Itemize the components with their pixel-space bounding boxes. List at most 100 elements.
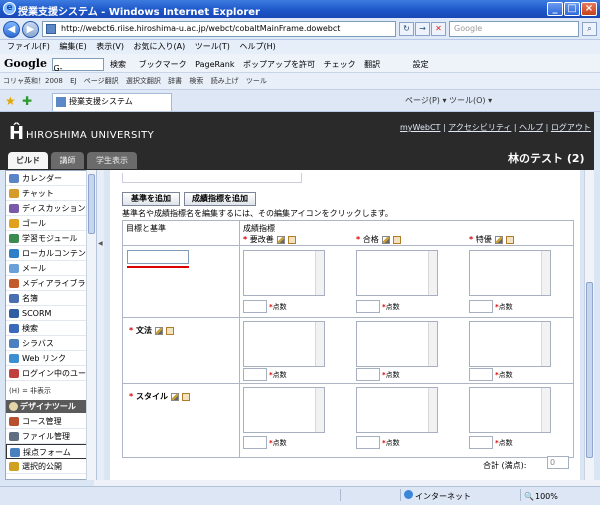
sidebar-item-file-manager[interactable]: ファイル管理 <box>6 429 94 444</box>
accessibility-link[interactable]: アクセシビリティ <box>448 123 511 132</box>
textarea-scrollbar[interactable] <box>315 322 324 366</box>
search-icon[interactable]: ⌕ <box>582 22 597 36</box>
level-description-textarea[interactable] <box>469 321 551 367</box>
toolbar-item[interactable]: 選択文翻訳 <box>126 77 161 85</box>
level-description-textarea[interactable] <box>469 250 551 296</box>
menu-view[interactable]: 表示(V) <box>96 42 124 51</box>
browser-tab[interactable]: 授業支援システム <box>52 93 172 111</box>
add-criterion-button[interactable]: 基準を追加 <box>122 192 180 206</box>
sidebar-item-search[interactable]: 検索 <box>6 321 94 336</box>
bookmark-button[interactable]: ブックマーク <box>139 60 187 69</box>
points-input[interactable] <box>469 436 493 449</box>
collapse-arrow-icon[interactable]: ◀ <box>98 240 103 247</box>
url-field[interactable]: http://webct6.riise.hiroshima-u.ac.jp/we… <box>42 21 396 37</box>
designer-tools-header[interactable]: デザイナツール <box>6 400 94 413</box>
sidebar-scroll-thumb[interactable] <box>88 174 95 234</box>
level-description-textarea[interactable] <box>243 321 325 367</box>
edit-pencil-icon[interactable] <box>276 235 285 244</box>
points-input[interactable] <box>356 436 380 449</box>
textarea-scrollbar[interactable] <box>541 322 550 366</box>
delete-icon[interactable] <box>505 235 514 244</box>
help-link[interactable]: ヘルプ <box>519 123 543 132</box>
add-level-button[interactable]: 成績指標を追加 <box>184 192 256 206</box>
sidebar-item-local-content[interactable]: ローカルコンテンツ <box>6 246 94 261</box>
tab-build[interactable]: ビルド <box>8 152 48 169</box>
check-button[interactable]: チェック <box>324 60 356 69</box>
maximize-button[interactable]: □ <box>564 2 580 16</box>
textarea-scrollbar[interactable] <box>428 388 437 432</box>
edit-pencil-icon[interactable] <box>170 392 179 401</box>
sidebar-item-roster[interactable]: 名簿 <box>6 291 94 306</box>
sidebar-item-syllabus[interactable]: シラバス <box>6 336 94 351</box>
toolbar-item[interactable]: ページ翻訳 <box>84 77 119 85</box>
level-description-textarea[interactable] <box>356 387 438 433</box>
sidebar-item-discussion[interactable]: ディスカッション <box>6 201 94 216</box>
points-input[interactable] <box>243 436 267 449</box>
mywebct-link[interactable]: myWebCT <box>400 123 440 132</box>
points-input[interactable] <box>243 368 267 381</box>
menu-edit[interactable]: 編集(E) <box>59 42 86 51</box>
points-input[interactable] <box>356 368 380 381</box>
delete-icon[interactable] <box>165 326 174 335</box>
main-scrollbar[interactable] <box>584 170 594 480</box>
popup-allow-button[interactable]: ポップアップを許可 <box>243 60 315 69</box>
menu-help[interactable]: ヘルプ(H) <box>239 42 275 51</box>
points-input[interactable] <box>243 300 267 313</box>
points-input[interactable] <box>469 368 493 381</box>
search-input[interactable]: Google <box>449 21 579 37</box>
edit-pencil-icon[interactable] <box>494 235 503 244</box>
sidebar-item-grading-forms[interactable]: 採点フォーム <box>6 444 94 459</box>
textarea-scrollbar[interactable] <box>541 251 550 295</box>
level-description-textarea[interactable] <box>356 321 438 367</box>
toolbar-item[interactable]: 辞書 <box>168 77 182 85</box>
sidebar-item-web-links[interactable]: Web リンク <box>6 351 94 366</box>
toolbar-item[interactable]: 読み上げ <box>211 77 239 85</box>
google-search-box[interactable]: G- <box>52 58 105 72</box>
sidebar-item-calendar[interactable]: カレンダー <box>6 171 94 186</box>
textarea-scrollbar[interactable] <box>428 251 437 295</box>
translate-button[interactable]: 翻訳 <box>364 60 380 69</box>
stop-button[interactable]: ✕ <box>431 22 446 36</box>
sidebar-item-mail[interactable]: メール <box>6 261 94 276</box>
command-bar[interactable]: ページ(P) ▾ ツール(O) ▾ <box>405 95 492 106</box>
new-criterion-input[interactable] <box>127 250 189 264</box>
textarea-scrollbar[interactable] <box>541 388 550 432</box>
close-button[interactable]: × <box>581 2 597 16</box>
edit-pencil-icon[interactable] <box>381 235 390 244</box>
level-description-textarea[interactable] <box>243 250 325 296</box>
toolbar-item[interactable]: 検索 <box>189 77 203 85</box>
textarea-scrollbar[interactable] <box>315 388 324 432</box>
add-favorite-icon[interactable]: ✚ <box>22 94 32 108</box>
forward-button[interactable]: ▶ <box>22 21 39 38</box>
main-scroll-thumb[interactable] <box>586 282 593 458</box>
sidebar-scrollbar[interactable] <box>86 170 96 480</box>
toolbar-item[interactable]: EJ <box>70 77 77 85</box>
sidebar-item-chat[interactable]: チャット <box>6 186 94 201</box>
points-input[interactable] <box>356 300 380 313</box>
textarea-scrollbar[interactable] <box>428 322 437 366</box>
back-button[interactable]: ◀ <box>3 21 20 38</box>
tab-instructor[interactable]: 講師 <box>51 152 84 169</box>
refresh-button[interactable]: ↻ <box>399 22 414 36</box>
google-search-button[interactable]: 検索 <box>110 60 126 69</box>
sidebar-item-selective-release[interactable]: 選択的公開 <box>6 459 94 474</box>
menu-file[interactable]: ファイル(F) <box>7 42 50 51</box>
delete-icon[interactable] <box>181 392 190 401</box>
sidebar-item-who-is-online[interactable]: ログイン中のユーザ <box>6 366 94 381</box>
points-input[interactable] <box>469 300 493 313</box>
sidebar-item-media-library[interactable]: メディアライブラリ <box>6 276 94 291</box>
frame-splitter[interactable]: ◀ <box>96 170 104 480</box>
menu-tools[interactable]: ツール(T) <box>195 42 230 51</box>
delete-icon[interactable] <box>392 235 401 244</box>
favorites-star-icon[interactable]: ★ <box>5 94 16 108</box>
zoom-control[interactable]: 🔍 100% <box>520 489 580 501</box>
edit-pencil-icon[interactable] <box>154 326 163 335</box>
level-description-textarea[interactable] <box>243 387 325 433</box>
menu-favorites[interactable]: お気に入り(A) <box>134 42 186 51</box>
sidebar-item-scorm[interactable]: SCORM <box>6 306 94 321</box>
go-button[interactable]: → <box>415 22 430 36</box>
level-description-textarea[interactable] <box>356 250 438 296</box>
sidebar-item-course-management[interactable]: コース管理 <box>6 414 94 429</box>
logout-link[interactable]: ログアウト <box>551 123 591 132</box>
tab-student-view[interactable]: 学生表示 <box>87 152 137 169</box>
